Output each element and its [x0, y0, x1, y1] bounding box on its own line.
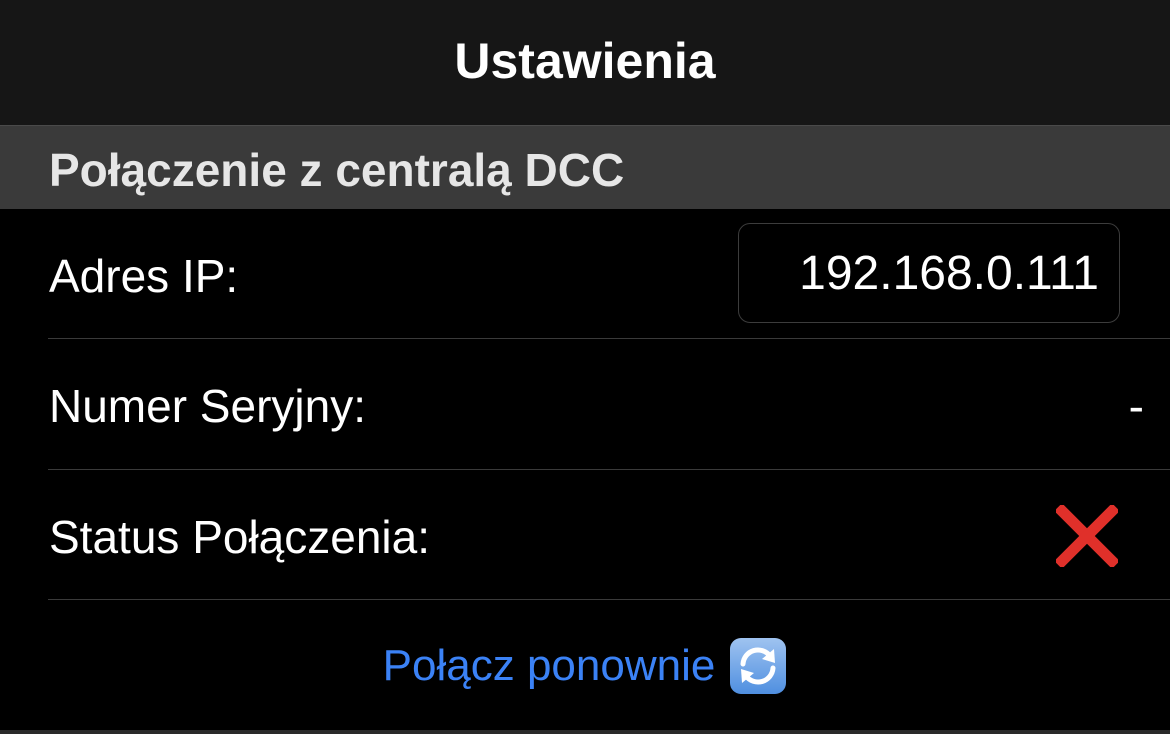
status-label: Status Połączenia:	[49, 511, 431, 563]
serial-label: Numer Seryjny:	[49, 380, 366, 432]
status-row: Status Połączenia:	[0, 470, 1170, 600]
page-title: Ustawienia	[454, 32, 716, 89]
section-title: Połączenie z centralą DCC	[49, 144, 625, 196]
reconnect-label: Połącz ponownie	[382, 641, 716, 690]
bottom-divider	[0, 730, 1170, 734]
serial-value: -	[1128, 380, 1144, 432]
ip-address-input[interactable]	[738, 223, 1120, 323]
navigation-bar: Ustawienia	[0, 0, 1170, 125]
row-separator	[48, 599, 1170, 600]
section-header: Połączenie z centralą DCC	[0, 125, 1170, 209]
refresh-icon	[730, 638, 787, 694]
ip-label: Adres IP:	[49, 250, 239, 302]
red-x-icon	[1056, 505, 1118, 567]
serial-row: Numer Seryjny: -	[0, 339, 1170, 469]
reconnect-button[interactable]: Połącz ponownie	[0, 636, 1170, 696]
